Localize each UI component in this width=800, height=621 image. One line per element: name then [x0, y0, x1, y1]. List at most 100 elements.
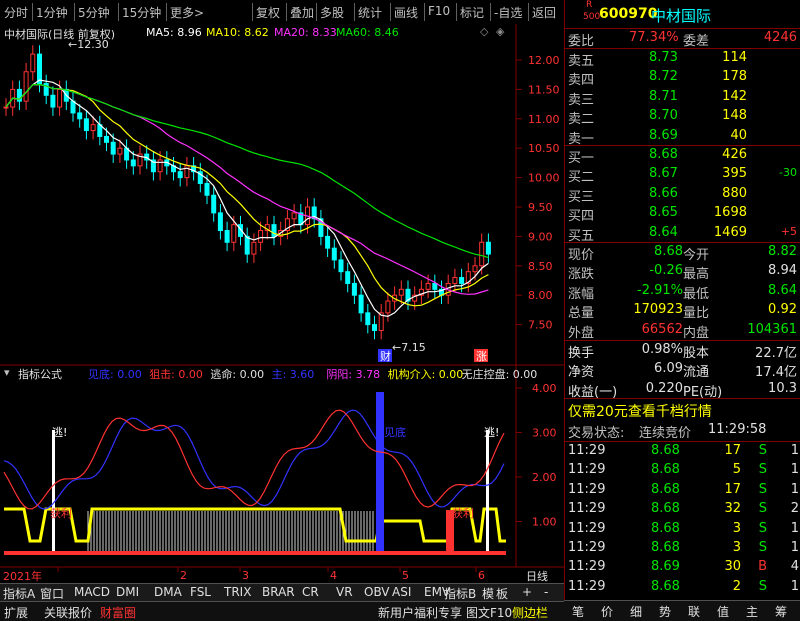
toolbar-item-0[interactable]: 分时: [4, 4, 28, 21]
quote-row[interactable]: 外盘 66562 内盘 104361: [565, 321, 800, 341]
quote-row[interactable]: 涨跌 -0.26 最高 8.94: [565, 262, 800, 282]
extension-tab-0[interactable]: 扩展: [4, 604, 28, 621]
sells-row[interactable]: 卖五 8.73 114: [565, 49, 800, 69]
extension-tab-5[interactable]: 侧边栏: [512, 604, 548, 621]
right-tab-1[interactable]: 价: [601, 603, 613, 620]
toolbar-item-10[interactable]: F10: [428, 4, 450, 18]
stats-row[interactable]: 换手 0.98% 股本 22.7亿: [565, 341, 800, 361]
candle-body: [365, 312, 371, 326]
sells-row[interactable]: 卖二 8.70 148: [565, 107, 800, 127]
buy-price: 8.64: [649, 224, 678, 240]
buys-row[interactable]: 买三 8.66 880: [565, 185, 800, 205]
stock-header: R 500 600970 中材国际: [565, 0, 800, 28]
indicator-tab-11[interactable]: ASI: [392, 585, 411, 599]
diamond-icon[interactable]: ◇: [480, 25, 488, 38]
quote-label: 内盘: [683, 325, 710, 341]
trades-row[interactable]: 11:29 8.68 2 S 1: [565, 578, 800, 597]
extension-tab-1[interactable]: 关联报价: [44, 604, 92, 621]
toolbar-item-5[interactable]: 复权: [256, 4, 280, 21]
trade-count: 1: [790, 481, 799, 497]
candle-body: [479, 241, 485, 267]
right-tab-7[interactable]: 筹: [775, 603, 787, 620]
right-tab-6[interactable]: 主: [746, 603, 758, 620]
extension-tab-3[interactable]: 新用户福利专享: [378, 604, 462, 621]
candle-body: [217, 212, 223, 232]
indicator-tab-16[interactable]: +: [522, 585, 532, 599]
trades-row[interactable]: 11:29 8.68 3 S 1: [565, 520, 800, 539]
toolbar-item-13[interactable]: 返回: [532, 4, 556, 21]
indicator-tab-13[interactable]: 指标B: [444, 585, 476, 602]
toolbar-item-6[interactable]: 叠加: [290, 4, 314, 21]
collapse-icon[interactable]: ▾: [4, 366, 10, 379]
indicator-tab-4[interactable]: DMA: [154, 585, 182, 599]
sells-row[interactable]: 卖四 8.72 178: [565, 68, 800, 88]
indicator-tab-1[interactable]: 窗口: [40, 585, 64, 602]
indicator-tab-2[interactable]: MACD: [74, 585, 110, 599]
extension-tab-4[interactable]: 图文F10: [466, 604, 512, 621]
toolbar-item-3[interactable]: 15分钟: [122, 4, 161, 21]
indicator-tab-14[interactable]: 模: [482, 585, 494, 602]
right-tab-4[interactable]: 联: [688, 603, 700, 620]
quote-row[interactable]: 涨幅 -2.91% 最低 8.64: [565, 282, 800, 302]
trade-time: 11:29: [568, 481, 606, 497]
price-tick: 11.00: [528, 113, 560, 126]
toolbar-item-1[interactable]: 1分钟: [36, 4, 68, 21]
indicator-tab-0[interactable]: 指标A: [3, 585, 35, 602]
indicator-tab-9[interactable]: VR: [336, 585, 353, 599]
price-tick: 7.50: [528, 319, 553, 332]
indicator-title[interactable]: 指标公式: [18, 366, 62, 382]
trades-row[interactable]: 11:29 8.68 17 S 1: [565, 442, 800, 461]
trades-row[interactable]: 11:29 8.68 17 S 1: [565, 481, 800, 500]
indicator-tab-17[interactable]: -: [544, 585, 548, 599]
extension-tab-2[interactable]: 财富圈: [100, 604, 136, 621]
right-tabs: 笔价细势联值主筹: [564, 600, 800, 621]
buys-row[interactable]: 买五 8.64 1469 +5: [565, 224, 800, 244]
indicator-tab-5[interactable]: FSL: [190, 585, 211, 599]
sells-row[interactable]: 卖三 8.71 142: [565, 88, 800, 108]
right-tab-0[interactable]: 笔: [572, 603, 584, 620]
trades-row[interactable]: 11:29 8.69 30 B 4: [565, 558, 800, 577]
buys-row[interactable]: 买二 8.67 395 -30: [565, 165, 800, 185]
sells-row[interactable]: 卖一 8.69 40: [565, 127, 800, 147]
candle-body: [258, 230, 264, 243]
toolbar-item-11[interactable]: 标记: [460, 4, 484, 21]
trades-row[interactable]: 11:29 8.68 3 S 1: [565, 539, 800, 558]
indicator-tab-6[interactable]: TRIX: [224, 585, 251, 599]
buys-row[interactable]: 买四 8.65 1698: [565, 204, 800, 225]
buys-row[interactable]: 买一 8.68 426: [565, 146, 800, 166]
buy-label: 买四: [568, 209, 595, 225]
stat-value: 22.7亿: [755, 346, 797, 361]
right-tab-3[interactable]: 势: [659, 603, 671, 620]
toolbar-item-7[interactable]: 多股: [320, 4, 344, 21]
toolbar-item-9[interactable]: 画线: [394, 4, 418, 21]
right-tab-2[interactable]: 细: [630, 603, 642, 620]
buy-price: 8.68: [649, 147, 678, 162]
quote-value: 104361: [747, 321, 797, 337]
settings-icon[interactable]: ◈: [496, 25, 504, 38]
time-axis-period[interactable]: 日线: [526, 568, 548, 584]
indicator-tab-3[interactable]: DMI: [116, 585, 139, 599]
trades-row[interactable]: 11:29 8.68 5 S 1: [565, 461, 800, 480]
indicator-tab-10[interactable]: OBV: [364, 585, 390, 599]
indicator-tab-15[interactable]: 板: [496, 585, 508, 602]
indicator-tab-8[interactable]: CR: [302, 585, 319, 599]
buy-volume: 426: [722, 147, 747, 162]
jiandi-spike: [376, 392, 384, 551]
stats-row[interactable]: 净资 6.09 流通 17.4亿: [565, 360, 800, 380]
indicator-tab-7[interactable]: BRAR: [262, 585, 295, 599]
quote-row[interactable]: 总量 170923 量比 0.92: [565, 301, 800, 321]
toolbar-item-2[interactable]: 5分钟: [78, 4, 110, 21]
quote-row[interactable]: 现价 8.68 今开 8.82: [565, 243, 800, 263]
toolbar-item-8[interactable]: 统计: [358, 4, 382, 21]
toolbar-item-4[interactable]: 更多>: [170, 4, 204, 21]
trade-side: S: [758, 520, 767, 536]
trades-row[interactable]: 11:29 8.68 32 S 2: [565, 500, 800, 519]
right-tab-5[interactable]: 值: [717, 603, 729, 620]
price-tick: 8.50: [528, 260, 553, 273]
toolbar-item-12[interactable]: -自选: [494, 4, 522, 21]
trade-side: S: [758, 443, 767, 458]
kline-chart[interactable]: 12.00 11.50 11.00 10.50 10.00 9.50 9.00 8.50 8.0…: [0, 24, 564, 583]
promo-row[interactable]: 仅需20元查看千档行情: [565, 400, 800, 421]
promo-text[interactable]: 仅需20元查看千档行情: [568, 401, 712, 421]
stats-row[interactable]: 收益(一) 0.220 PE(动) 10.3: [565, 380, 800, 400]
